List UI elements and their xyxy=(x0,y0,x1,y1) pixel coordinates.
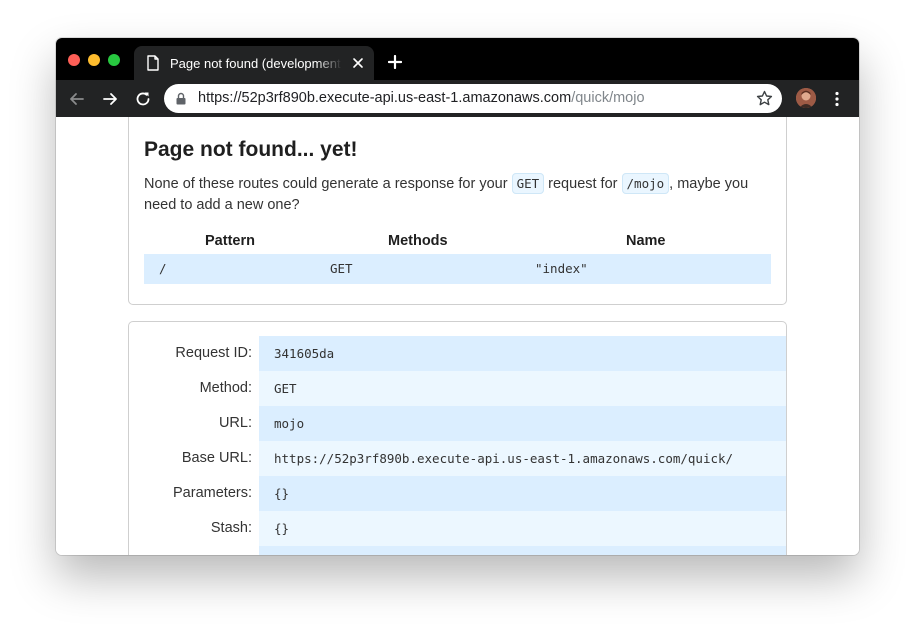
table-row: / GET "index" xyxy=(144,254,771,284)
request-info-card: Request ID: 341605da Method: GET URL: mo… xyxy=(128,321,787,555)
minimize-window-button[interactable] xyxy=(88,54,100,66)
close-tab-icon[interactable] xyxy=(352,57,364,69)
info-value: 341605da xyxy=(259,336,786,371)
lock-icon[interactable] xyxy=(176,92,186,105)
info-row-stash: Stash: {} xyxy=(129,511,786,546)
column-header-name: Name xyxy=(626,233,666,249)
info-row-method: Method: GET xyxy=(129,371,786,406)
browser-toolbar: https://52p3rf890b.execute-api.us-east-1… xyxy=(56,80,859,117)
info-row-request-id: Request ID: 341605da xyxy=(129,336,786,371)
page-viewport: Page not found... yet! None of these rou… xyxy=(56,117,859,555)
tab-strip: Page not found (development mode) xyxy=(56,38,859,80)
page-title: Page not found... yet! xyxy=(144,138,358,161)
reload-icon[interactable] xyxy=(134,90,152,108)
message-text: None of these routes could generate a re… xyxy=(144,176,512,192)
info-label: Request ID: xyxy=(175,345,252,361)
new-tab-plus-icon[interactable] xyxy=(388,55,402,69)
info-label: Base URL: xyxy=(181,450,252,466)
forward-arrow-icon[interactable] xyxy=(101,90,119,108)
info-value xyxy=(259,546,786,555)
more-menu-icon[interactable] xyxy=(832,91,842,107)
info-label: URL: xyxy=(218,415,252,431)
info-row-url: URL: mojo xyxy=(129,406,786,441)
method-badge: GET xyxy=(511,173,545,194)
profile-photo-icon xyxy=(796,88,816,108)
info-row-partial xyxy=(129,546,786,555)
info-label: Method: xyxy=(199,380,252,396)
message-text: request for xyxy=(544,176,622,192)
info-value: {} xyxy=(259,476,786,511)
close-window-button[interactable] xyxy=(68,54,80,66)
info-value: https://52p3rf890b.execute-api.us-east-1… xyxy=(259,441,786,476)
tab-active[interactable]: Page not found (development mode) xyxy=(134,46,374,80)
url-host: https://52p3rf890b.execute-api.us-east-1… xyxy=(198,90,572,106)
path-badge: /mojo xyxy=(621,173,670,194)
info-value: GET xyxy=(259,371,786,406)
column-header-methods: Methods xyxy=(388,233,448,249)
browser-window: Page not found (development mode) ht xyxy=(56,38,859,555)
tab-title: Page not found (development mode) xyxy=(170,55,342,73)
info-value: mojo xyxy=(259,406,786,441)
info-label: Stash: xyxy=(210,520,252,536)
column-header-pattern: Pattern xyxy=(205,233,255,249)
zoom-window-button[interactable] xyxy=(108,54,120,66)
route-methods: GET xyxy=(330,261,353,276)
url-text[interactable]: https://52p3rf890b.execute-api.us-east-1… xyxy=(198,89,645,108)
back-arrow-icon[interactable] xyxy=(68,90,86,108)
not-found-card: Page not found... yet! None of these rou… xyxy=(128,117,787,305)
info-row-parameters: Parameters: {} xyxy=(129,476,786,511)
info-label xyxy=(129,546,252,555)
url-path: /quick/mojo xyxy=(571,90,645,106)
info-value: {} xyxy=(259,511,786,546)
route-name: "index" xyxy=(535,261,588,276)
route-pattern: / xyxy=(159,261,167,276)
not-found-message: None of these routes could generate a re… xyxy=(144,173,772,216)
profile-avatar[interactable] xyxy=(796,88,816,108)
info-label: Parameters: xyxy=(173,485,252,501)
info-row-base-url: Base URL: https://52p3rf890b.execute-api… xyxy=(129,441,786,476)
bookmark-star-icon[interactable] xyxy=(756,90,773,107)
routes-table-header: Pattern Methods Name xyxy=(144,233,771,253)
document-icon xyxy=(147,55,159,71)
address-bar[interactable]: https://52p3rf890b.execute-api.us-east-1… xyxy=(164,84,782,113)
